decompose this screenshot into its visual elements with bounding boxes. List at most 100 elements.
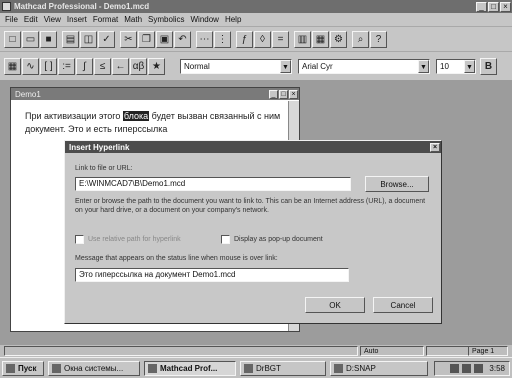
tray-volume-icon[interactable] [462,364,472,373]
greek-palette-icon[interactable]: αβ [130,57,147,75]
folder-icon [52,364,61,373]
menu-view[interactable]: View [41,15,64,24]
insert-component-icon[interactable]: ⚙ [330,30,347,48]
help-icon[interactable]: ? [370,30,387,48]
doc-minimize-icon[interactable]: _ [269,89,278,99]
ok-button[interactable]: OK [305,297,365,313]
cut-icon[interactable]: ✂ [120,30,137,48]
align-down-icon[interactable]: ⋮ [214,30,231,48]
menu-window[interactable]: Window [188,15,222,24]
paste-icon[interactable]: ▣ [156,30,173,48]
selected-text[interactable]: блока [122,111,150,121]
insert-hyperlink-dialog: Insert Hyperlink × Link to file or URL: … [64,140,442,324]
help-text: Enter or browse the path to the document… [75,198,426,214]
programming-palette-icon[interactable]: ← [112,57,129,75]
task-item[interactable]: D:SNAP [330,361,428,376]
zoom-icon[interactable]: ⌕ [352,30,369,48]
tray-network-icon[interactable] [450,364,460,373]
doc-maximize-icon[interactable]: □ [279,89,288,99]
calculator-palette-icon[interactable]: ▦ [4,57,21,75]
checkbox-box[interactable] [75,235,84,244]
dialog-title: Insert Hyperlink [69,142,130,152]
start-button[interactable]: Пуск [2,361,44,376]
chevron-down-icon[interactable]: ▼ [280,59,291,73]
menu-format[interactable]: Format [90,15,121,24]
popup-checkbox[interactable]: Display as pop-up document [221,235,323,244]
menu-bar: File Edit View Insert Format Math Symbol… [0,13,512,26]
evaluation-palette-icon[interactable]: := [58,57,75,75]
cancel-button[interactable]: Cancel [373,297,433,313]
save-icon[interactable]: ■ [40,30,57,48]
menu-symbolics[interactable]: Symbolics [145,15,187,24]
status-message-input[interactable]: Это гиперссылка на документ Demo1.mcd [75,268,349,282]
print-preview-icon[interactable]: ◫ [80,30,97,48]
document-title: Demo1 [15,89,41,99]
app-title: Mathcad Professional - Demo1.mcd [14,2,150,11]
boolean-palette-icon[interactable]: ≤ [94,57,111,75]
menu-help[interactable]: Help [222,15,244,24]
document-caption[interactable]: Demo1 _ □ × [11,88,299,100]
new-file-icon[interactable]: □ [4,30,21,48]
browse-button[interactable]: Browse... [365,176,429,192]
spell-check-icon[interactable]: ✓ [98,30,115,48]
symbolic-palette-icon[interactable]: ★ [148,57,165,75]
task-item[interactable]: DrBGT [240,361,326,376]
maximize-icon[interactable]: □ [488,1,499,12]
chevron-down-icon[interactable]: ▼ [464,59,475,73]
clock[interactable]: 3:58 [489,364,505,373]
font-value: Arial Cyr [302,61,333,71]
link-input[interactable]: E:\WINMCAD7\B\Demo1.mcd [75,177,351,191]
tray-keyboard-icon[interactable] [474,364,484,373]
task-item-active[interactable]: Mathcad Prof... [144,361,236,376]
system-tray: 3:58 [434,361,510,376]
standard-toolbar: □ ▭ ■ ▤ ◫ ✓ ✂ ❐ ▣ ↶ ⋯ ⋮ ƒ ◊ = ▥ ▦ ⚙ ⌕ ? [0,27,512,51]
minimize-icon[interactable]: _ [476,1,487,12]
insert-graph-icon[interactable]: ▥ [294,30,311,48]
font-size-value: 10 [440,61,449,71]
style-value: Normal [184,61,210,71]
print-icon[interactable]: ▤ [62,30,79,48]
graph-palette-icon[interactable]: ∿ [22,57,39,75]
font-size-select[interactable]: 10 ▼ [436,58,476,74]
task-label: Окна системы... [64,364,124,373]
undo-icon[interactable]: ↶ [174,30,191,48]
checkbox-box[interactable] [221,235,230,244]
doc-close-icon[interactable]: × [289,89,298,99]
calculate-icon[interactable]: = [272,30,289,48]
windows-logo-icon [6,364,15,373]
mathcad-app-icon[interactable] [2,2,11,11]
chevron-down-icon[interactable]: ▼ [418,59,429,73]
insert-function-icon[interactable]: ƒ [236,30,253,48]
start-label: Пуск [18,364,37,373]
vector-palette-icon[interactable]: [ ] [40,57,57,75]
menu-edit[interactable]: Edit [21,15,41,24]
status-mode: Auto [360,346,424,356]
link-label: Link to file or URL: [75,165,133,172]
mathcad-icon [148,364,157,373]
menu-insert[interactable]: Insert [64,15,90,24]
style-select[interactable]: Normal ▼ [180,58,292,74]
dialog-caption[interactable]: Insert Hyperlink × [65,141,441,153]
menu-file[interactable]: File [2,15,21,24]
relative-path-checkbox[interactable]: Use relative path for hyperlink [75,235,181,244]
open-folder-icon[interactable]: ▭ [22,30,39,48]
insert-matrix-icon[interactable]: ▦ [312,30,329,48]
app-icon [244,364,253,373]
menu-math[interactable]: Math [121,15,145,24]
copy-icon[interactable]: ❐ [138,30,155,48]
font-select[interactable]: Arial Cyr ▼ [298,58,430,74]
text-region[interactable]: При активизации этого блока будет вызван… [25,110,287,136]
dialog-close-icon[interactable]: × [430,142,440,152]
calculus-palette-icon[interactable]: ∫ [76,57,93,75]
status-bar: Auto Page 1 [0,345,512,357]
align-across-icon[interactable]: ⋯ [196,30,213,48]
bold-icon[interactable]: B [480,57,497,75]
close-icon[interactable]: × [500,1,511,12]
insert-unit-icon[interactable]: ◊ [254,30,271,48]
taskbar: Пуск Окна системы... Mathcad Prof... DrB… [0,357,512,378]
task-label: Mathcad Prof... [160,364,218,373]
task-item[interactable]: Окна системы... [48,361,140,376]
relative-path-label: Use relative path for hyperlink [88,236,181,243]
status-page: Page 1 [468,346,508,356]
text-before: При активизации этого [25,111,121,121]
